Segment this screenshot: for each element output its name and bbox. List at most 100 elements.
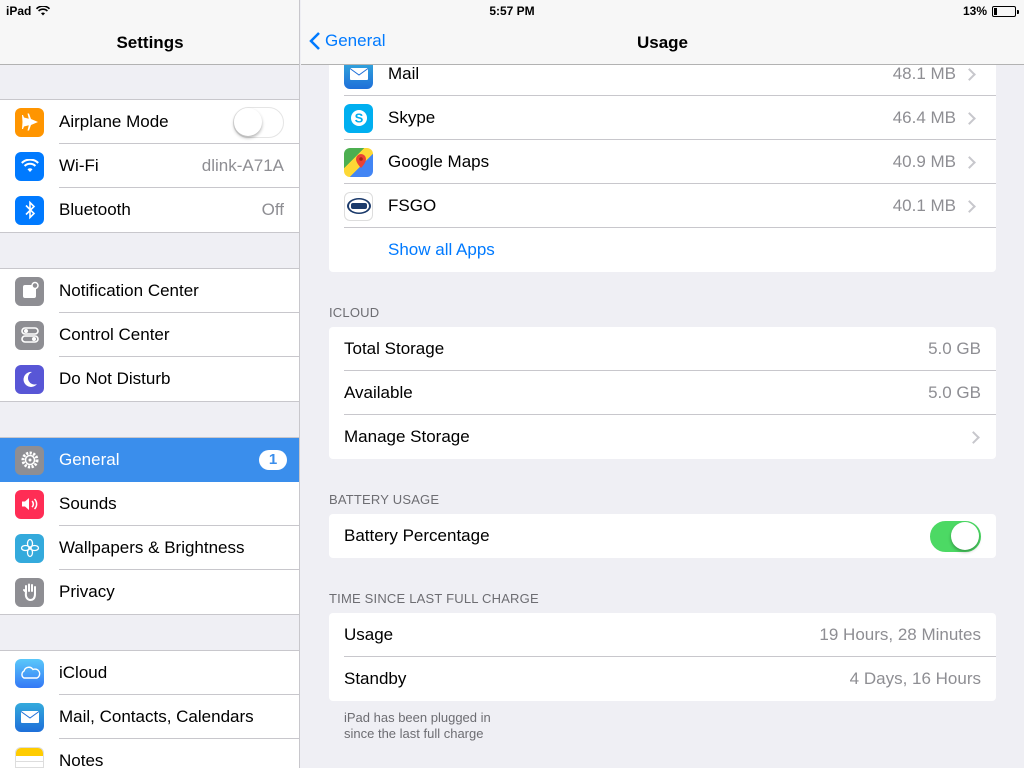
sidebar-item-label: Sounds	[59, 494, 117, 513]
battery-percentage-label: Battery Percentage	[344, 526, 490, 545]
app-size: 46.4 MB	[892, 108, 956, 127]
usage-time-value: 19 Hours, 28 Minutes	[819, 625, 981, 644]
charge-footer-note: iPad has been plugged in since the last …	[344, 710, 491, 742]
chevron-right-icon	[963, 111, 976, 125]
available-row: Available 5.0 GB	[329, 371, 996, 415]
sidebar-item-mail-contacts-calendars[interactable]: Mail, Contacts, Calendars	[0, 695, 299, 739]
usage-time-row: Usage 19 Hours, 28 Minutes	[329, 613, 996, 657]
google-maps-icon	[344, 147, 373, 177]
sidebar-item-privacy[interactable]: Privacy	[0, 570, 299, 614]
sidebar-item-label: Notes	[59, 751, 104, 768]
fsgo-icon	[344, 191, 373, 221]
chevron-right-icon	[963, 155, 976, 169]
chevron-right-icon	[963, 199, 976, 213]
list-item-google-maps[interactable]: Google Maps 40.9 MB	[329, 140, 996, 184]
sidebar-item-icloud[interactable]: iCloud	[0, 651, 299, 695]
status-bar: iPad 5:57 PM 13%	[0, 0, 1024, 20]
sidebar-item-wallpapers-brightness[interactable]: Wallpapers & Brightness	[0, 526, 299, 570]
sidebar-item-label: Control Center	[59, 325, 170, 344]
app-size: 40.1 MB	[892, 196, 956, 215]
charge-section-header: TIME SINCE LAST FULL CHARGE	[329, 591, 539, 606]
speaker-icon	[15, 489, 44, 519]
sidebar-item-label: General	[59, 450, 120, 469]
sidebar-item-control-center[interactable]: Control Center	[0, 313, 299, 357]
skype-icon: S	[344, 103, 373, 133]
app-storage-list: Mail 48.1 MB S Skype 46.4 MB Google Maps…	[329, 40, 996, 272]
charge-time-group: Usage 19 Hours, 28 Minutes Standby 4 Day…	[329, 613, 996, 701]
battery-percent: 13%	[962, 4, 987, 18]
list-item-fsgo[interactable]: FSGO 40.1 MB	[329, 184, 996, 228]
sidebar-item-bluetooth[interactable]: Bluetooth Off	[0, 188, 299, 232]
standby-time-value: 4 Days, 16 Hours	[849, 669, 981, 688]
manage-storage-row[interactable]: Manage Storage	[329, 415, 996, 459]
sidebar-group-accounts: iCloud Mail, Contacts, Calendars Notes	[0, 650, 299, 768]
list-item-skype[interactable]: S Skype 46.4 MB	[329, 96, 996, 140]
sidebar-item-label: Privacy	[59, 582, 115, 601]
sidebar-group-connectivity: Airplane Mode Wi-Fi dlink-A71A Bluetooth…	[0, 99, 299, 233]
airplane-mode-toggle[interactable]	[233, 106, 284, 138]
sidebar-item-label: Notification Center	[59, 281, 199, 300]
sidebar-item-notification-center[interactable]: Notification Center	[0, 269, 299, 313]
app-name: Google Maps	[388, 152, 490, 171]
show-all-apps-row[interactable]: Show all Apps	[329, 228, 996, 272]
available-value: 5.0 GB	[928, 383, 981, 402]
usage-detail-pane: General Usage Mail 48.1 MB S Skype 46.4 …	[301, 0, 1024, 768]
sidebar-item-airplane-mode[interactable]: Airplane Mode	[0, 100, 299, 144]
app-name: FSGO	[388, 196, 437, 215]
battery-usage-section-header: BATTERY USAGE	[329, 492, 440, 507]
sidebar-title: Settings	[116, 33, 184, 52]
wifi-network-value: dlink-A71A	[201, 156, 284, 175]
status-time: 5:57 PM	[489, 4, 535, 18]
app-name: Mail	[388, 64, 420, 83]
manage-storage-label: Manage Storage	[344, 427, 470, 446]
battery-icon	[992, 5, 1019, 17]
battery-percentage-toggle[interactable]	[930, 520, 981, 552]
usage-time-label: Usage	[344, 625, 394, 644]
battery-usage-group: Battery Percentage	[329, 514, 996, 558]
flower-icon	[15, 533, 44, 563]
settings-sidebar: Settings Airplane Mode Wi-Fi dlink-A71A	[0, 0, 300, 768]
general-update-badge: 1	[259, 450, 287, 470]
notification-center-icon	[15, 276, 44, 306]
notes-icon	[15, 746, 44, 768]
charge-note-line-1: iPad has been plugged in	[344, 710, 491, 725]
app-size: 48.1 MB	[892, 64, 956, 83]
total-storage-value: 5.0 GB	[928, 339, 981, 358]
sidebar-item-label: Wallpapers & Brightness	[59, 538, 245, 557]
icloud-section-header: ICLOUD	[329, 305, 380, 320]
gear-icon	[15, 445, 44, 475]
sidebar-item-do-not-disturb[interactable]: Do Not Disturb	[0, 357, 299, 401]
sidebar-item-label: Bluetooth	[59, 200, 131, 219]
sidebar-item-sounds[interactable]: Sounds	[0, 482, 299, 526]
battery-percentage-row: Battery Percentage	[329, 514, 996, 558]
sidebar-item-label: Mail, Contacts, Calendars	[59, 707, 254, 726]
chevron-right-icon	[963, 67, 976, 81]
bluetooth-value: Off	[261, 200, 284, 219]
moon-icon	[15, 364, 44, 394]
wifi-icon	[15, 151, 44, 181]
sidebar-item-label: Do Not Disturb	[59, 369, 171, 388]
svg-text:S: S	[354, 111, 363, 126]
airplane-icon	[15, 107, 44, 137]
charge-note-line-2: since the last full charge	[344, 726, 484, 741]
sidebar-group-centers: Notification Center Control Center Do No…	[0, 268, 299, 402]
sidebar-item-notes[interactable]: Notes	[0, 739, 299, 768]
sidebar-item-label: iCloud	[59, 663, 108, 682]
sidebar-item-label: Wi-Fi	[59, 156, 99, 175]
sidebar-item-general[interactable]: General 1	[0, 438, 299, 482]
icloud-storage-group: Total Storage 5.0 GB Available 5.0 GB Ma…	[329, 327, 996, 459]
hand-icon	[15, 577, 44, 607]
show-all-apps-link[interactable]: Show all Apps	[388, 240, 495, 260]
control-center-icon	[15, 320, 44, 350]
available-label: Available	[344, 383, 413, 402]
page-title: Usage	[636, 33, 689, 52]
envelope-icon	[15, 702, 44, 732]
bluetooth-icon	[15, 195, 44, 225]
total-storage-row: Total Storage 5.0 GB	[329, 327, 996, 371]
cloud-icon	[15, 658, 44, 688]
sidebar-item-wifi[interactable]: Wi-Fi dlink-A71A	[0, 144, 299, 188]
total-storage-label: Total Storage	[344, 339, 445, 358]
app-size: 40.9 MB	[892, 152, 956, 171]
sidebar-item-label: Airplane Mode	[59, 112, 169, 131]
app-name: Skype	[388, 108, 436, 127]
